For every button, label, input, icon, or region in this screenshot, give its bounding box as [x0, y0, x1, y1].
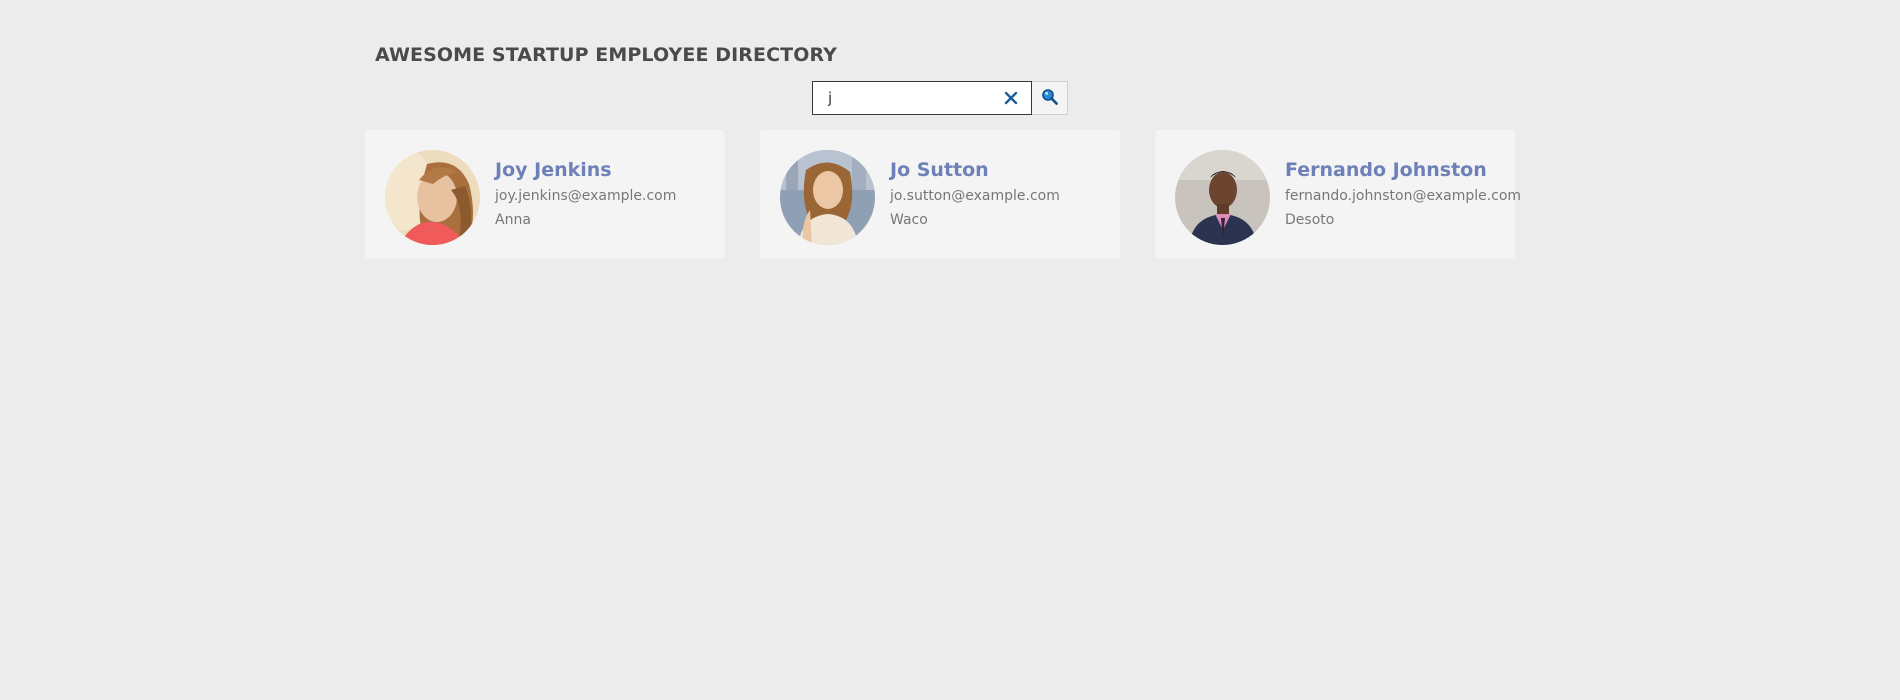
employee-card[interactable]: Joy Jenkins joy.jenkins@example.com Anna	[365, 130, 725, 259]
employee-email: fernando.johnston@example.com	[1285, 188, 1522, 204]
employee-info: Joy Jenkins joy.jenkins@example.com Anna	[495, 157, 676, 229]
employee-email: joy.jenkins@example.com	[495, 188, 677, 204]
employee-info: Jo Sutton jo.sutton@example.com Waco	[890, 157, 1060, 229]
employee-location: Desoto	[1285, 212, 1335, 228]
search-input-wrapper	[812, 81, 1032, 115]
search-button[interactable]	[1032, 81, 1068, 115]
employee-name: Joy Jenkins	[495, 159, 612, 181]
employee-email: jo.sutton@example.com	[890, 188, 1060, 204]
page-title: AWESOME STARTUP EMPLOYEE DIRECTORY	[375, 44, 838, 66]
employee-info: Fernando Johnston fernando.johnston@exam…	[1285, 157, 1521, 229]
employee-card[interactable]: Fernando Johnston fernando.johnston@exam…	[1155, 130, 1521, 259]
avatar	[385, 150, 480, 245]
search-form	[812, 81, 1068, 115]
employee-location: Waco	[890, 212, 928, 228]
search-input[interactable]	[813, 82, 1031, 114]
avatar	[780, 150, 875, 245]
avatar	[1175, 150, 1270, 245]
employee-location: Anna	[495, 212, 531, 228]
close-icon[interactable]	[1003, 90, 1019, 106]
employee-card[interactable]: Jo Sutton jo.sutton@example.com Waco	[760, 130, 1120, 259]
employee-name: Fernando Johnston	[1285, 159, 1487, 181]
employee-name: Jo Sutton	[890, 159, 989, 181]
magnifier-icon	[1041, 88, 1059, 109]
